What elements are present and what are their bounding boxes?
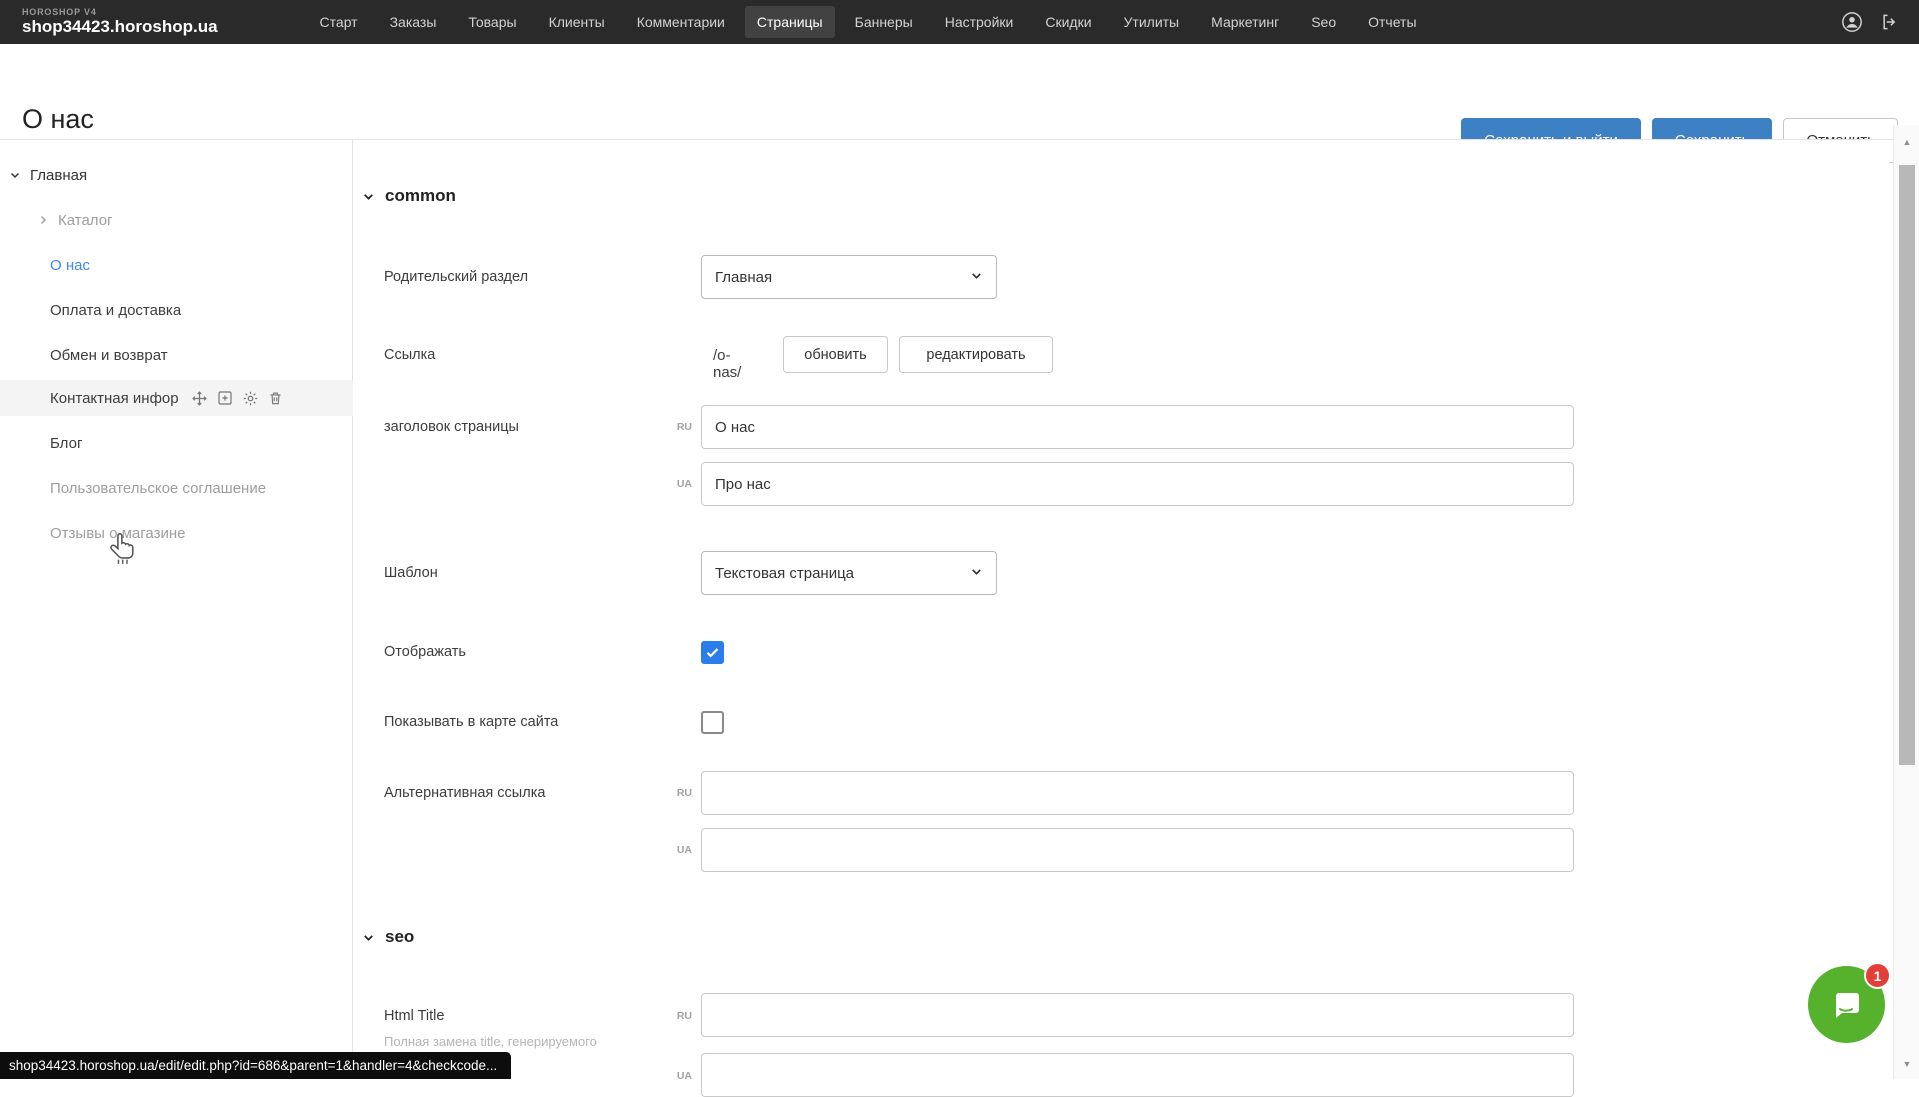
tree-item-label: Оплата и доставка [50,302,181,319]
sidebar-item-obmen[interactable]: Обмен и возврат [0,337,353,373]
logout-icon[interactable] [1879,11,1901,33]
scroll-down-icon[interactable]: ▼ [1894,1055,1919,1073]
link-label: Ссылка [384,347,435,363]
nav-item-reports[interactable]: Отчеты [1356,6,1428,38]
sidebar-item-soglashenie[interactable]: Пользовательское соглашение [0,470,353,506]
settings-gear-icon[interactable] [242,390,259,407]
template-select[interactable]: Текстовая страница [701,551,997,595]
lang-ru-badge: RU [666,421,692,433]
brand-logo[interactable]: HOROSHOP V4 shop34423.horoshop.ua [22,8,218,35]
sidebar-item-glavnaya[interactable]: Главная [0,157,353,193]
chevron-down-icon [362,931,375,944]
move-icon[interactable] [191,390,208,407]
sidebar-item-oplata[interactable]: Оплата и доставка [0,292,353,328]
page-title: О нас [22,104,94,135]
lang-ua-badge: UA [666,1070,692,1082]
section-common-label: common [385,186,456,206]
nav-item-seo[interactable]: Seo [1299,6,1348,38]
nav-item-utilities[interactable]: Утилиты [1112,6,1192,38]
sidebar-item-o-nas[interactable]: О нас [0,247,353,283]
edit-link-button[interactable]: редактировать [899,336,1053,373]
nav-item-marketing[interactable]: Маркетинг [1199,6,1291,38]
section-seo-toggle[interactable]: seo [362,927,414,947]
tree-item-label: О нас [50,257,90,274]
page-title-ru-input[interactable] [701,405,1574,449]
tree-item-label: Обмен и возврат [50,347,168,364]
user-account-icon[interactable] [1841,11,1863,33]
html-title-ru-input[interactable] [701,993,1574,1037]
main-menu: Старт Заказы Товары Клиенты Комментарии … [308,6,1429,38]
chevron-down-icon [970,565,983,582]
html-title-ua-input[interactable] [701,1053,1574,1097]
trash-icon[interactable] [268,390,283,406]
chevron-down-icon [362,190,375,203]
tree-item-label: Каталог [58,212,113,229]
scrollbar-thumb[interactable] [1899,165,1915,765]
page-title-field-label: заголовок страницы [384,419,519,435]
nav-item-orders[interactable]: Заказы [378,6,449,38]
nav-item-clients[interactable]: Клиенты [537,6,617,38]
chevron-right-icon[interactable] [36,213,50,227]
display-checkbox[interactable] [701,641,724,664]
nav-item-discounts[interactable]: Скидки [1033,6,1103,38]
alt-link-ua-input[interactable] [701,828,1574,872]
section-seo-label: seo [385,927,414,947]
vertical-scrollbar[interactable]: ▲ ▼ [1893,125,1919,1079]
lang-ru-badge: RU [666,1010,692,1022]
scroll-up-icon[interactable]: ▲ [1894,133,1919,151]
nav-item-pages[interactable]: Страницы [745,6,835,38]
tree-item-label: Главная [30,167,87,184]
checkmark-icon [705,645,720,660]
sidebar-item-katalog[interactable]: Каталог [0,202,353,238]
lang-ru-badge: RU [666,787,692,799]
section-common-toggle[interactable]: common [362,186,456,206]
sidebar-item-kontaktnaya[interactable]: Контактная инфор [0,380,353,416]
parent-section-label: Родительский раздел [384,269,528,285]
lang-ua-badge: UA [666,478,692,490]
page-header: О нас Сохранить и выйти Сохранить Отмени… [0,44,1919,140]
chevron-down-icon[interactable] [8,168,22,182]
html-title-hint: Полная замена title, генерируемого [384,1034,597,1049]
nav-item-settings[interactable]: Настройки [933,6,1026,38]
refresh-link-button[interactable]: обновить [783,336,888,373]
template-value: Текстовая страница [715,565,854,582]
pages-tree-sidebar: Главная Каталог О нас Оплата и доставка … [0,140,353,1079]
chat-unread-badge: 1 [1864,962,1891,989]
link-path-value: /o-nas/ [713,347,741,381]
chevron-down-icon [970,269,983,286]
sidebar-item-otzyvy[interactable]: Отзывы о магазине [0,515,353,551]
template-label: Шаблон [384,565,438,581]
lang-ua-badge: UA [666,844,692,856]
brand-domain: shop34423.horoshop.ua [22,18,218,36]
page-title-ua-input[interactable] [701,462,1574,506]
chat-widget-button[interactable]: 1 [1808,966,1885,1043]
top-navbar: HOROSHOP V4 shop34423.horoshop.ua Старт … [0,0,1919,44]
nav-item-banners[interactable]: Баннеры [843,6,925,38]
sidebar-item-blog[interactable]: Блог [0,425,353,461]
sitemap-label: Показывать в карте сайта [384,714,558,730]
parent-section-select[interactable]: Главная [701,255,997,299]
nav-item-start[interactable]: Старт [308,6,370,38]
tree-item-label: Пользовательское соглашение [50,480,266,497]
chat-bubble-icon [1827,985,1867,1025]
alt-link-label: Альтернативная ссылка [384,785,545,801]
parent-section-value: Главная [715,269,772,286]
nav-item-comments[interactable]: Комментарии [625,6,737,38]
page-edit-form: common Родительский раздел Главная Ссылк… [354,140,1889,1079]
sitemap-checkbox[interactable] [701,711,724,734]
status-url-text: shop34423.horoshop.ua/edit/edit.php?id=6… [9,1058,497,1073]
html-title-label: Html Title [384,1008,444,1024]
hand-cursor-icon [106,530,140,572]
tree-item-label: Контактная инфор [50,390,179,407]
nav-item-products[interactable]: Товары [456,6,528,38]
status-url-tooltip: shop34423.horoshop.ua/edit/edit.php?id=6… [0,1052,511,1079]
add-page-icon[interactable] [217,390,233,406]
display-label: Отображать [384,644,466,660]
tree-item-label: Блог [50,435,82,452]
alt-link-ru-input[interactable] [701,771,1574,815]
